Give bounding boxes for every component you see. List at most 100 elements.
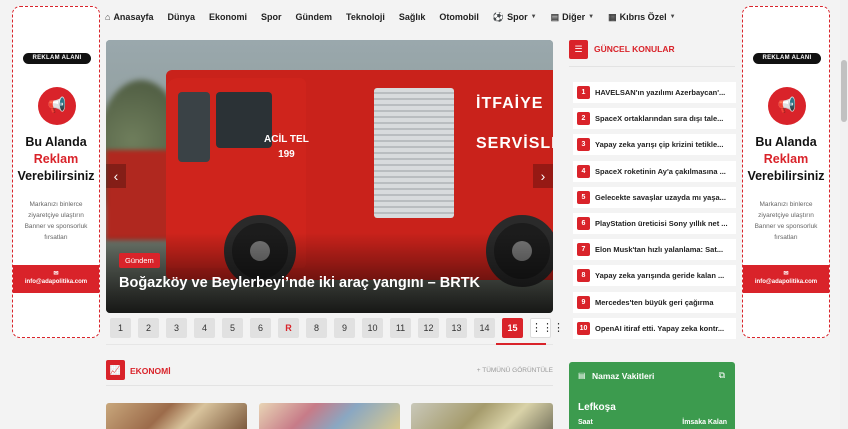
news-thumbnail[interactable]: [411, 403, 553, 429]
scrollbar-thumb[interactable]: [841, 60, 847, 122]
ad-contact[interactable]: ✉ info@adapolitika.com: [743, 265, 829, 293]
list-item[interactable]: 6 PlayStation üreticisi Sony yıllık net .…: [573, 212, 736, 234]
prayer-times-widget: ▤ Namaz Vakitleri ⧉ Lefkoşa Saat İmsaka …: [569, 362, 735, 429]
see-all-link[interactable]: + TÜMÜNÜ GÖRÜNTÜLE: [477, 367, 553, 374]
grid-icon[interactable]: ⋮⋮⋮: [530, 318, 564, 338]
nav-item-otomobil[interactable]: Otomobil: [439, 12, 479, 22]
ad-contact[interactable]: ✉ info@adapolitika.com: [13, 265, 99, 293]
truck-phone: 199: [278, 149, 295, 160]
megaphone-icon: 📢: [38, 87, 76, 125]
section-title: GÜNCEL KONULAR: [594, 44, 675, 54]
widget-header: ▤ Namaz Vakitleri ⧉: [569, 362, 735, 390]
list-icon: ▤: [578, 371, 586, 380]
divider: [106, 343, 553, 345]
item-title: HAVELSAN'ın yazılımı Azerbaycan'...: [595, 88, 726, 97]
page-scrollbar[interactable]: [840, 0, 848, 429]
list-item[interactable]: 9 Mercedes'ten büyük geri çağırma: [573, 291, 736, 313]
ad-title-line: Verebilirsiniz: [17, 169, 95, 183]
page-button[interactable]: 12: [418, 318, 439, 338]
nav-item-spor[interactable]: Spor: [261, 12, 282, 22]
page-button[interactable]: 9: [334, 318, 355, 338]
item-title: SpaceX roketinin Ay'a çakılmasına ...: [595, 166, 726, 176]
page-button[interactable]: 13: [446, 318, 467, 338]
nav-label: Gündem: [295, 12, 333, 22]
chevron-left-icon[interactable]: ‹: [106, 164, 126, 188]
item-title: Gelecekte savaşlar uzayda mı yaşa...: [595, 192, 726, 202]
page-button[interactable]: 8: [306, 318, 327, 338]
rank-badge: 5: [577, 190, 590, 204]
page-button[interactable]: 14: [474, 318, 495, 338]
main-nav: ⌂ Anasayfa Dünya Ekonomi Spor Gündem Tek…: [100, 0, 676, 34]
ad-text: Markanızı binlerce ziyaretçiye ulaştırın…: [754, 201, 818, 241]
list-item[interactable]: 5 Gelecekte savaşlar uzayda mı yaşa...: [573, 186, 736, 208]
nav-item-kibris-ozel[interactable]: ▦ Kıbrıs Özel ▼: [608, 12, 675, 23]
nav-item-teknoloji[interactable]: Teknoloji: [346, 12, 385, 22]
ad-label: REKLAM ALANI: [23, 53, 91, 64]
page-button[interactable]: 10: [362, 318, 383, 338]
fire-truck-phone-text: ACİL TEL 199: [264, 132, 309, 162]
ad-title-line: Reklam: [763, 152, 809, 166]
list-icon: ☰: [569, 40, 588, 59]
divider: [569, 66, 735, 67]
divider: [106, 385, 553, 386]
chevron-down-icon: ▼: [669, 14, 676, 20]
list-item[interactable]: 4 SpaceX roketinin Ay'a çakılmasına ...: [573, 160, 736, 182]
ad-title-line: Bu Alanda: [755, 135, 817, 149]
chevron-right-icon[interactable]: ›: [533, 164, 553, 188]
section-header-ekonomi: 📈 EKONOMİ + TÜMÜNÜ GÖRÜNTÜLE: [106, 360, 553, 384]
page-button-ad[interactable]: R: [278, 318, 299, 338]
page-button[interactable]: 4: [194, 318, 215, 338]
nav-item-dunya[interactable]: Dünya: [167, 12, 195, 22]
list-item[interactable]: 7 Elon Musk'tan hızlı yalanlama: Sat...: [573, 239, 736, 261]
page-button[interactable]: 6: [250, 318, 271, 338]
slide-overlay: [106, 233, 553, 313]
nav-item-spor-menu[interactable]: ⚽ Spor ▼: [493, 12, 537, 23]
section-title: EKONOMİ: [130, 366, 171, 376]
news-thumbnail[interactable]: [106, 403, 247, 429]
headline-slider[interactable]: ACİL TEL 199 İTFAİYE SERVİSLER Gündem Bo…: [106, 40, 553, 313]
item-title: OpenAI itiraf etti. Yapay zeka kontr...: [595, 323, 725, 333]
rank-badge: 6: [577, 216, 590, 230]
nav-label: Sağlık: [398, 12, 426, 22]
item-title: Yapay zeka yarışında geride kalan ...: [595, 271, 725, 281]
widget-title: Namaz Vakitleri: [592, 371, 655, 381]
page-button-active[interactable]: 15: [502, 318, 523, 338]
nav-label: Anasayfa: [113, 12, 154, 22]
nav-item-gundem[interactable]: Gündem: [296, 12, 333, 22]
nav-item-ekonomi[interactable]: Ekonomi: [209, 12, 247, 22]
megaphone-icon: 📢: [768, 87, 806, 125]
list-item[interactable]: 8 Yapay zeka yarışında geride kalan ...: [573, 265, 736, 287]
ad-banner-left[interactable]: REKLAM ALANI 📢 Bu Alanda Reklam Verebili…: [12, 6, 100, 338]
page-button[interactable]: 5: [222, 318, 243, 338]
page-button[interactable]: 3: [166, 318, 187, 338]
chart-icon: 📈: [106, 360, 125, 380]
column-label: Saat: [578, 419, 593, 426]
ad-email: info@adapolitika.com: [754, 279, 818, 285]
list-item[interactable]: 3 Yapay zeka yarışı çip krizini tetikle..…: [573, 134, 736, 156]
page-button[interactable]: 11: [390, 318, 411, 338]
nav-item-anasayfa[interactable]: ⌂ Anasayfa: [105, 12, 153, 22]
rank-badge: 4: [577, 164, 590, 178]
nav-label: Kıbrıs Özel: [619, 12, 667, 22]
page-button[interactable]: 2: [138, 318, 159, 338]
list-item[interactable]: 1 HAVELSAN'ın yazılımı Azerbaycan'...: [573, 82, 736, 103]
ad-title-line: Bu Alanda: [25, 135, 87, 149]
list-item[interactable]: 10 OpenAI itiraf etti. Yapay zeka kontr..…: [573, 317, 736, 339]
nav-item-diger[interactable]: ▤ Diğer ▼: [551, 12, 594, 23]
external-link-icon[interactable]: ⧉: [719, 370, 725, 381]
nav-item-saglik[interactable]: Sağlık: [399, 12, 426, 22]
ad-text: Markanızı binlerce ziyaretçiye ulaştırın…: [24, 201, 88, 241]
item-title: Mercedes'ten büyük geri çağırma: [595, 297, 714, 307]
list-item[interactable]: 2 SpaceX ortaklarından sıra dışı tale...: [573, 108, 736, 130]
nav-label: Diğer: [562, 12, 586, 22]
slide-category-badge[interactable]: Gündem: [119, 253, 160, 268]
item-title: SpaceX ortaklarından sıra dışı tale...: [595, 114, 724, 124]
mail-icon: ✉: [783, 271, 789, 277]
nav-label: Dünya: [167, 12, 195, 22]
news-thumbnail[interactable]: [259, 403, 400, 429]
truck-side-line: İTFAİYE: [476, 95, 544, 112]
slide-title[interactable]: Boğazköy ve Beylerbeyi’nde iki araç yang…: [119, 275, 480, 291]
page-button[interactable]: 1: [110, 318, 131, 338]
ad-email: info@adapolitika.com: [24, 279, 88, 285]
ad-banner-right[interactable]: REKLAM ALANI 📢 Bu Alanda Reklam Verebili…: [742, 6, 830, 338]
